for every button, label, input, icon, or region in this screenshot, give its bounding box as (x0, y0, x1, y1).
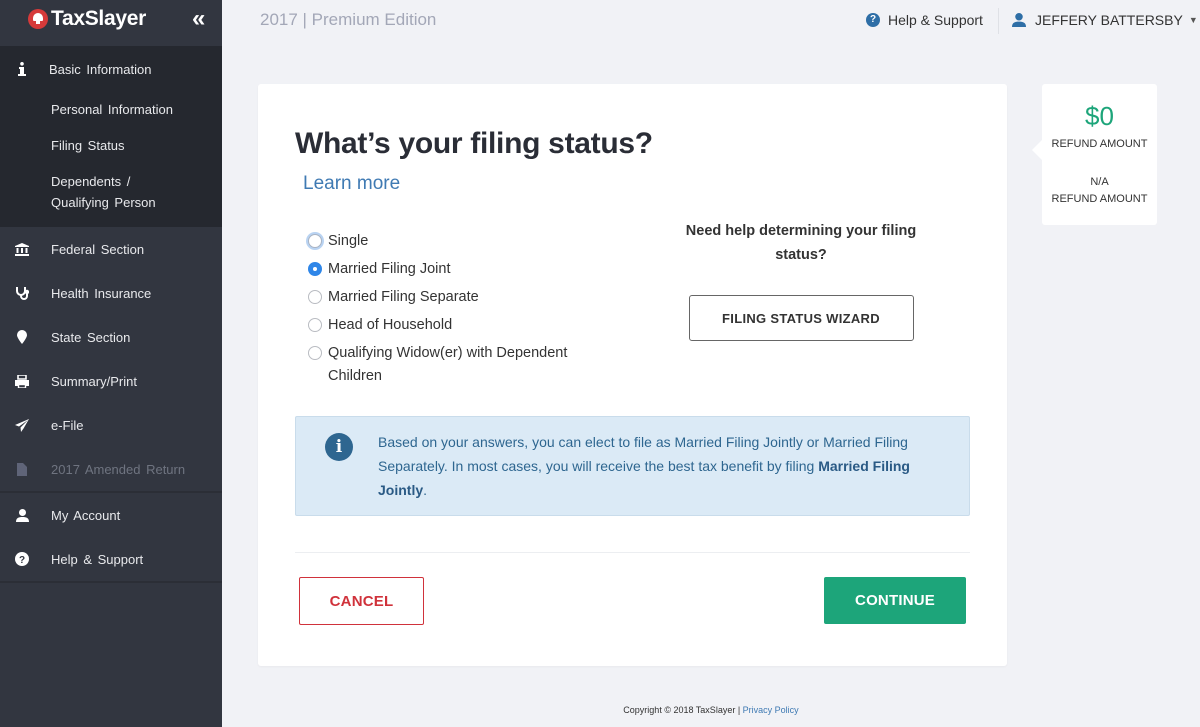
bank-icon (0, 242, 44, 256)
sidebar: TaxSlayer « Basic Information Personal I… (0, 0, 222, 727)
sidebar-subitem-personal-information[interactable]: Personal Information (0, 99, 222, 120)
chevron-down-icon: ▼ (1188, 15, 1198, 25)
collapse-sidebar-button[interactable]: « (192, 6, 218, 34)
federal-refund-label: REFUND AMOUNT (1051, 138, 1148, 150)
svg-text:?: ? (19, 555, 25, 566)
option-label: Married Filing Separate (328, 289, 479, 305)
helmet-logo-icon (28, 9, 48, 29)
sidebar-item-federal-section[interactable]: Federal Section (0, 227, 222, 271)
sidebar-section-basic-information: Basic Information Personal Information F… (0, 46, 222, 227)
radio-qualifying-widow[interactable] (308, 346, 322, 360)
sidebar-item-label: Basic Information (49, 61, 152, 77)
topbar-separator (998, 8, 999, 34)
top-bar: 2017 | Premium Edition ? Help & Support … (222, 0, 1200, 42)
sidebar-item-label: Summary/Print (51, 373, 137, 389)
option-label: Qualifying Widow(er) with Dependent Chil… (328, 345, 568, 384)
brand-name: TaxSlayer (51, 7, 146, 30)
user-icon (1012, 13, 1026, 27)
sidebar-item-my-account[interactable]: My Account (0, 493, 222, 537)
sidebar-item-label: e-File (51, 417, 84, 433)
sidebar-item-help-support[interactable]: ? Help & Support (0, 537, 222, 581)
question-circle-icon: ? (866, 13, 880, 27)
federal-refund-amount: $0 (1085, 101, 1114, 131)
help-support-label: Help & Support (888, 12, 983, 28)
sidebar-item-label: Federal Section (51, 241, 145, 257)
sidebar-item-label: 2017 Amended Return (51, 461, 186, 477)
sidebar-divider (0, 581, 222, 583)
filing-help-box: Need help determining your filing status… (663, 219, 939, 341)
sidebar-subitem-dependents[interactable]: Dependents / Qualifying Person (0, 171, 170, 213)
user-name: JEFFERY BATTERSBY (1035, 12, 1183, 28)
filing-status-card: What’s your filing status? Learn more Si… (258, 84, 1007, 666)
page-title: What’s your filing status? (295, 127, 653, 160)
divider (295, 552, 970, 553)
sidebar-item-label: My Account (51, 507, 121, 523)
sidebar-subitem-filing-status[interactable]: Filing Status (0, 135, 222, 156)
refund-panel: $0 REFUND AMOUNT N/A REFUND AMOUNT (1032, 84, 1157, 225)
paper-plane-icon (0, 418, 44, 432)
info-alert: i Based on your answers, you can elect t… (295, 416, 970, 516)
edition-label: 2017 | Premium Edition (260, 10, 437, 29)
sidebar-item-label: Health Insurance (51, 285, 152, 301)
state-refund-amount: N/A (1090, 176, 1109, 188)
sidebar-header: TaxSlayer « (0, 0, 222, 46)
cancel-button[interactable]: CANCEL (299, 577, 424, 625)
option-single[interactable]: Single (308, 230, 588, 258)
sidebar-item-label: State Section (51, 329, 131, 345)
radio-married-filing-joint[interactable] (308, 262, 322, 276)
option-married-filing-joint[interactable]: Married Filing Joint (308, 258, 588, 286)
info-icon (0, 62, 44, 76)
sidebar-item-state-section[interactable]: State Section (0, 315, 222, 359)
user-menu[interactable]: JEFFERY BATTERSBY ▼ (1012, 12, 1198, 28)
help-support-link[interactable]: ? Help & Support (866, 12, 983, 28)
footer: Copyright © 2018 TaxSlayer | Privacy Pol… (222, 705, 1200, 715)
radio-married-filing-separate[interactable] (308, 290, 322, 304)
help-question: Need help determining your filing status… (685, 223, 917, 263)
question-circle-icon: ? (0, 552, 44, 566)
radio-single[interactable] (308, 234, 322, 248)
sidebar-item-health-insurance[interactable]: Health Insurance (0, 271, 222, 315)
sidebar-item-efile[interactable]: e-File (0, 403, 222, 447)
option-label: Single (328, 233, 369, 249)
taxslayer-logo[interactable]: TaxSlayer (28, 7, 146, 31)
privacy-policy-link[interactable]: Privacy Policy (743, 705, 799, 715)
sidebar-item-label: Help & Support (51, 551, 144, 567)
info-message: Based on your answers, you can elect to … (378, 430, 938, 502)
option-label: Married Filing Joint (328, 261, 451, 277)
info-text-end: . (423, 482, 428, 498)
option-qualifying-widow[interactable]: Qualifying Widow(er) with Dependent Chil… (308, 342, 588, 388)
radio-head-of-household[interactable] (308, 318, 322, 332)
stethoscope-icon (0, 286, 44, 300)
sidebar-item-amended-return: 2017 Amended Return (0, 447, 222, 491)
option-label: Head of Household (328, 317, 453, 333)
copyright-text: Copyright © 2018 TaxSlayer | (623, 705, 743, 715)
map-marker-icon (0, 330, 44, 344)
filing-status-options: Single Married Filing Joint Married Fili… (308, 230, 588, 388)
sidebar-item-basic-information[interactable]: Basic Information (0, 46, 222, 92)
option-head-of-household[interactable]: Head of Household (308, 314, 588, 342)
info-circle-icon: i (325, 433, 353, 461)
user-icon (0, 508, 44, 522)
filing-status-wizard-button[interactable]: FILING STATUS WIZARD (688, 295, 914, 341)
print-icon (0, 374, 44, 388)
continue-button[interactable]: CONTINUE (824, 577, 966, 624)
learn-more-link[interactable]: Learn more (303, 173, 400, 195)
file-icon (0, 462, 44, 476)
state-refund-label: REFUND AMOUNT (1051, 193, 1148, 205)
sidebar-item-summary-print[interactable]: Summary/Print (0, 359, 222, 403)
option-married-filing-separate[interactable]: Married Filing Separate (308, 286, 588, 314)
